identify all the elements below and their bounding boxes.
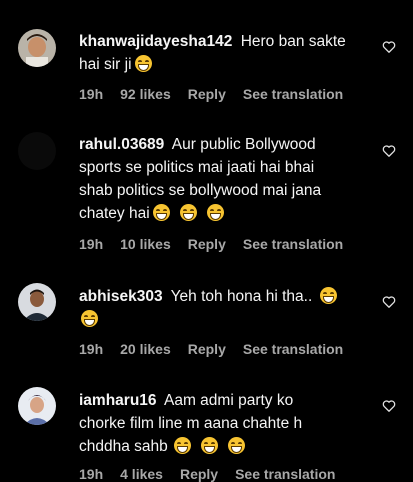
grinning-face-emoji [173, 437, 191, 454]
comment-body: abhisek303 Yeh toh hona hi tha.. [79, 285, 373, 331]
comment-username[interactable]: khanwajidayesha142 [79, 33, 232, 50]
comment-meta: 19h 4 likes Reply See translation [79, 466, 352, 482]
comment-time: 19h [79, 341, 104, 357]
grinning-face-emoji [179, 204, 197, 221]
comment-text: sports se politics mai jaati hai bhai [79, 159, 315, 176]
comment-time: 19h [79, 86, 104, 102]
comment-meta: 19h 10 likes Reply See translation [79, 236, 360, 252]
avatar[interactable] [18, 283, 56, 321]
avatar[interactable] [18, 387, 56, 425]
comment-text: Aam admi party ko [164, 392, 294, 409]
heart-outline-icon[interactable] [382, 144, 396, 158]
heart-outline-icon[interactable] [382, 295, 396, 309]
like-count[interactable]: 4 likes [120, 466, 163, 482]
reply-button[interactable]: Reply [188, 341, 226, 357]
grinning-face-emoji [320, 287, 338, 304]
comment-body: iamharu16 Aam admi party ko chorke film … [79, 389, 373, 458]
comment-time: 19h [79, 236, 104, 252]
comment-body: khanwajidayesha142 Hero ban sakte hai si… [79, 30, 373, 76]
comment-text: chatey hai [79, 205, 150, 222]
grinning-face-emoji [207, 204, 225, 221]
comment-time: 19h [79, 466, 104, 482]
see-translation-button[interactable]: See translation [243, 236, 343, 252]
comment-text: Yeh toh hona hi tha.. [170, 288, 313, 305]
grinning-face-emoji [81, 310, 98, 327]
see-translation-button[interactable]: See translation [235, 466, 335, 482]
comment-text: Hero ban sakte [240, 33, 346, 50]
like-count[interactable]: 92 likes [120, 86, 171, 102]
comment-text: shab politics se bollywood mai jana [79, 182, 322, 199]
grinning-face-emoji [228, 437, 246, 454]
avatar[interactable] [18, 132, 56, 170]
like-count[interactable]: 10 likes [120, 236, 171, 252]
heart-outline-icon[interactable] [382, 399, 396, 413]
see-translation-button[interactable]: See translation [243, 86, 343, 102]
comment-text: Aur public Bollywood [171, 136, 316, 153]
grinning-face-emoji [201, 437, 219, 454]
reply-button[interactable]: Reply [188, 236, 226, 252]
heart-outline-icon[interactable] [382, 40, 396, 54]
comment-text: chddha sahb [79, 438, 168, 455]
reply-button[interactable]: Reply [188, 86, 226, 102]
comment-username[interactable]: iamharu16 [79, 392, 157, 409]
comment-body: rahul.03689 Aur public Bollywood sports … [79, 133, 373, 225]
comment-text: chorke film line m aana chahte h [79, 415, 303, 432]
comment-username[interactable]: abhisek303 [79, 288, 163, 305]
comment-meta: 19h 92 likes Reply See translation [79, 86, 360, 102]
grinning-face-emoji [134, 55, 152, 72]
grinning-face-emoji [152, 204, 170, 221]
reply-button[interactable]: Reply [180, 466, 218, 482]
like-count[interactable]: 20 likes [120, 341, 171, 357]
comment-username[interactable]: rahul.03689 [79, 136, 164, 153]
see-translation-button[interactable]: See translation [243, 341, 343, 357]
avatar[interactable] [18, 29, 56, 67]
comment-meta: 19h 20 likes Reply See translation [79, 341, 360, 357]
comment-text: hai sir ji [79, 56, 132, 73]
